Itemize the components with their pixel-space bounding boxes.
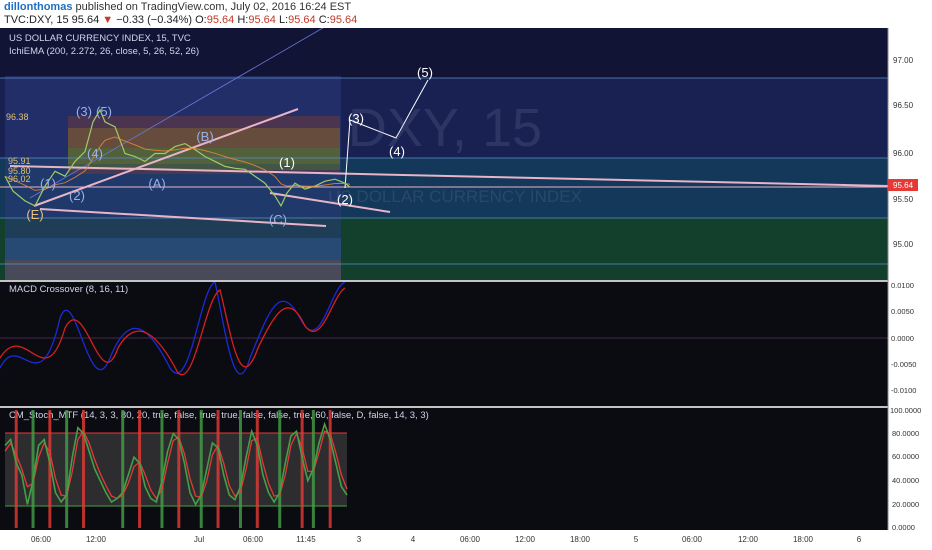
published-text: published on TradingView.com, July 02, 2… [75, 1, 352, 13]
x-tick: 3 [357, 535, 362, 544]
wave-label: (2) [337, 192, 353, 207]
x-tick: 6 [857, 535, 862, 544]
chart-header: dillonthomas published on TradingView.co… [0, 0, 932, 28]
chart-area[interactable]: DXY, 15 US DOLLAR CURRENCY INDEX US DOLL… [0, 28, 932, 550]
quote-line: TVC:DXY, 15 95.64 ▼ −0.33 (−0.34%) O:95.… [4, 14, 357, 26]
watermark-symbol: DXY, 15 [348, 98, 542, 158]
wave-label: (2) [69, 188, 85, 203]
x-tick: 18:00 [793, 535, 814, 544]
y-tick: 95.00 [893, 240, 914, 249]
x-tick: 4 [411, 535, 416, 544]
macd-legend: MACD Crossover (8, 16, 11) [9, 284, 128, 295]
stoch-cross-bar [177, 410, 181, 528]
y-tick: -0.0100 [891, 386, 916, 395]
wave-label: (A) [148, 176, 165, 191]
wave-label: (5) [96, 104, 112, 119]
last-price-tag-label: 95.64 [893, 181, 914, 190]
x-tick: 12:00 [515, 535, 536, 544]
green-box [68, 148, 340, 170]
wave-label: (1) [40, 176, 56, 191]
x-tick: 18:00 [570, 535, 591, 544]
y-tick: 96.50 [893, 101, 914, 110]
stoch-cross-bar [14, 410, 18, 528]
symbol-label: TVC:DXY, 15 [4, 14, 69, 26]
wave-label: (3) [76, 104, 92, 119]
x-tick: 5 [634, 535, 639, 544]
low-value: 95.64 [288, 14, 316, 26]
stoch-cross-bar [278, 410, 282, 528]
y-tick: 80.0000 [892, 429, 919, 438]
orange-box [5, 260, 341, 280]
y-tick: 0.0000 [891, 334, 914, 343]
stoch-cross-bar [255, 410, 259, 528]
y-tick: 97.00 [893, 56, 914, 65]
x-tick: 06:00 [243, 535, 264, 544]
x-tick: 12:00 [86, 535, 107, 544]
wave-label: (5) [417, 65, 433, 80]
x-tick: 06:00 [682, 535, 703, 544]
stoch-cross-bar [121, 410, 125, 528]
stoch-cross-bar [81, 410, 85, 528]
publish-info: dillonthomas published on TradingView.co… [4, 1, 351, 13]
open-value: 95.64 [206, 14, 235, 26]
fib-label: 96.38 [6, 112, 29, 122]
price-change: −0.33 (−0.34%) [116, 14, 193, 26]
wave-label: (1) [279, 155, 295, 170]
watermark-name: US DOLLAR CURRENCY INDEX [328, 187, 582, 206]
y-tick: 95.50 [893, 195, 914, 204]
wave-label: (4) [389, 144, 405, 159]
x-tick: 12:00 [738, 535, 759, 544]
macd-pane[interactable] [0, 282, 888, 406]
close-value: 95.64 [329, 14, 358, 26]
x-tick: 06:00 [460, 535, 481, 544]
stoch-cross-bar [216, 410, 220, 528]
wave-label: (4) [87, 146, 103, 161]
y-tick: 20.0000 [892, 500, 919, 509]
wave-label: (B) [196, 129, 213, 144]
stoch-cross-bar [238, 410, 242, 528]
stoch-cross-bar [65, 410, 69, 528]
high-label: H: [237, 14, 249, 26]
wave-label: (C) [269, 212, 287, 227]
x-tick: 11:45 [296, 535, 316, 544]
stoch-cross-bar [160, 410, 164, 528]
y-tick: 0.0100 [891, 281, 914, 290]
y-tick: 100.0000 [890, 406, 921, 415]
fib-label: 95.91 [8, 156, 31, 166]
close-label: C: [318, 14, 330, 26]
wave-label: (3) [348, 111, 364, 126]
price-pane-title: US DOLLAR CURRENCY INDEX, 15, TVC [9, 33, 191, 44]
fib-label: 95.80 [8, 166, 31, 176]
y-tick: 0.0050 [891, 307, 914, 316]
last-price: 95.64 [71, 14, 100, 26]
author-link[interactable]: dillonthomas [4, 1, 72, 13]
open-label: O: [195, 14, 207, 26]
stoch-cross-bar [328, 410, 332, 528]
y-tick: 40.0000 [892, 476, 919, 485]
y-tick: 0.0000 [892, 523, 915, 532]
high-value: 95.64 [248, 14, 276, 26]
x-tick: Jul [194, 535, 204, 544]
stoch-cross-bar [199, 410, 203, 528]
ichiema-legend: IchiEMA (200, 2.272, 26, close, 5, 26, 5… [9, 46, 199, 57]
y-tick: 60.0000 [892, 452, 919, 461]
down-arrow-icon: ▼ [102, 14, 114, 26]
x-tick: 06:00 [31, 535, 52, 544]
y-tick: -0.0050 [891, 360, 916, 369]
low-label: L: [278, 14, 289, 26]
wave-label-E: (E) [26, 207, 43, 222]
y-tick: 96.00 [893, 149, 914, 158]
stoch-cross-bar [300, 410, 304, 528]
